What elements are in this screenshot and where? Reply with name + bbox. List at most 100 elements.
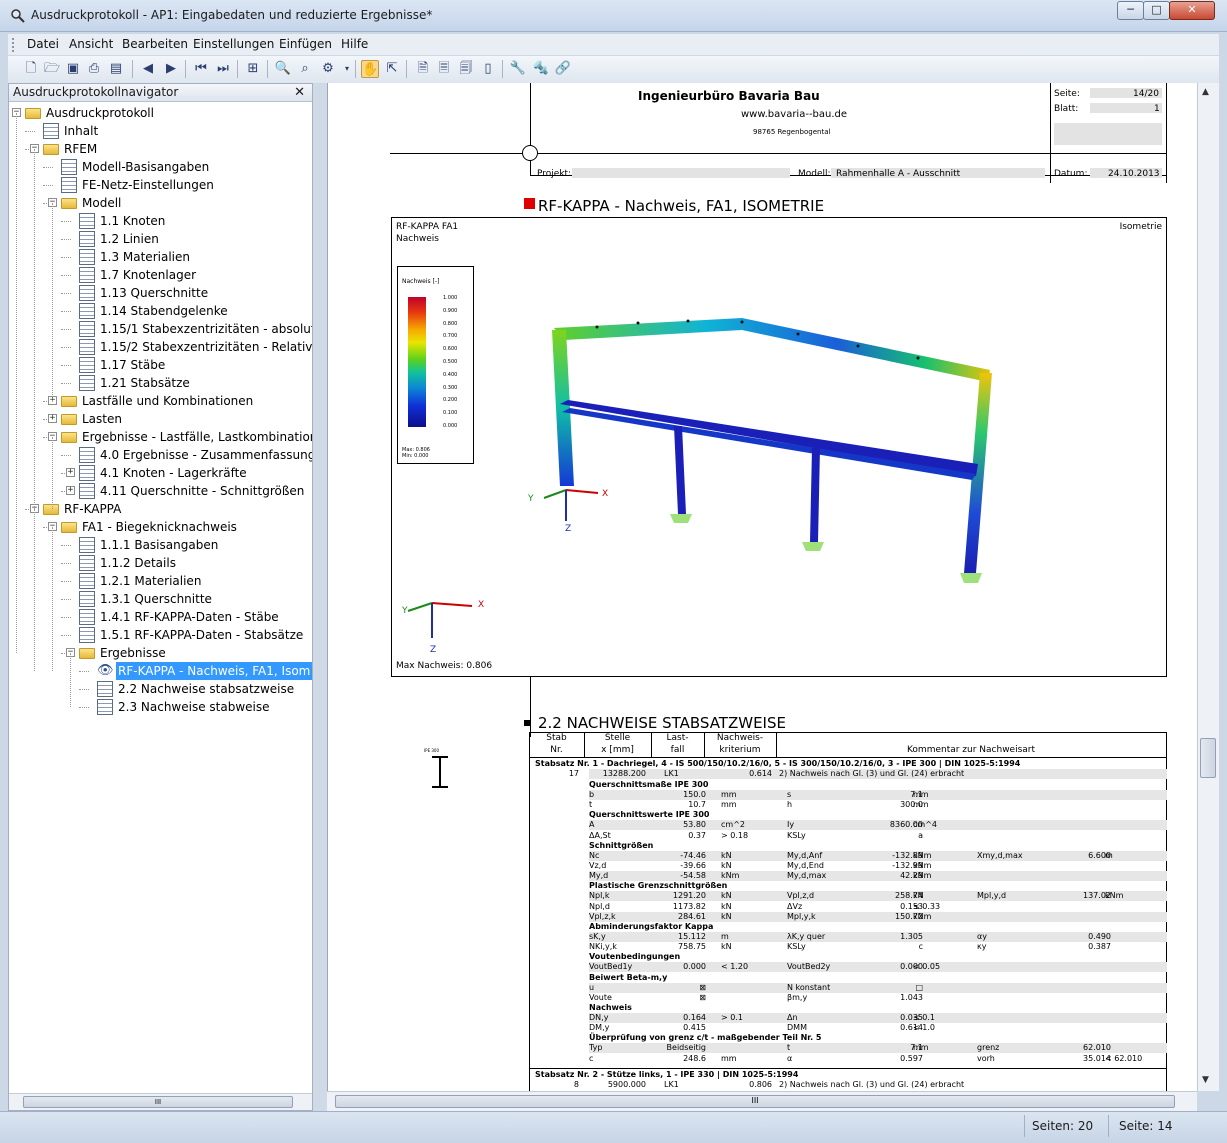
previous-page-icon[interactable]: ◀ xyxy=(139,60,157,78)
header-stab: Stab xyxy=(546,733,567,743)
grip-handle[interactable] xyxy=(12,38,15,52)
menu-bearbeiten[interactable]: Bearbeiten xyxy=(122,37,188,51)
table-cell: < 0.05 xyxy=(913,962,941,972)
tree-node[interactable]: 1.3 Materialien xyxy=(9,248,312,266)
table-cell: VoutBed2y xyxy=(787,962,831,972)
select-tool-icon[interactable]: ⇱ xyxy=(383,60,401,78)
expand-icon[interactable]: + xyxy=(66,486,75,495)
tree-node[interactable]: + Lasten xyxy=(9,410,312,428)
tree-node[interactable]: 1.17 Stäbe xyxy=(9,356,312,374)
tree-node[interactable]: 1.1.1 Basisangaben xyxy=(9,536,312,554)
table-cell: cm^4 xyxy=(913,820,937,830)
company-name: Ingenieurbüro Bavaria Bau xyxy=(638,89,820,103)
tree-node[interactable]: 2.2 Nachweise stabsatzweise xyxy=(9,680,312,698)
table-cell: ≤ 0.33 xyxy=(913,901,941,911)
tree-node[interactable]: +4.11 Querschnitte - Schnittgrößen xyxy=(9,482,312,500)
open-icon[interactable]: 🗁 xyxy=(43,60,61,78)
tree-node[interactable]: + Lastfälle und Kombinationen xyxy=(9,392,312,410)
scrollbar-thumb[interactable]: III xyxy=(23,1096,293,1108)
scroll-down-icon[interactable]: ▼ xyxy=(1202,1075,1209,1085)
tree-node[interactable]: − Ergebnisse xyxy=(9,644,312,662)
export-pdf-icon[interactable]: 🔗 xyxy=(554,60,572,78)
tree-node[interactable]: 1.13 Querschnitte xyxy=(9,284,312,302)
maximize-button[interactable]: □ xyxy=(1143,1,1170,20)
tree-node[interactable]: 1.4.1 RF-KAPPA-Daten - Stäbe xyxy=(9,608,312,626)
table-cell: KSLy xyxy=(787,942,806,952)
tree-node[interactable]: FE-Netz-Einstellungen xyxy=(9,176,312,194)
menu-ansicht[interactable]: Ansicht xyxy=(69,37,113,51)
document-horizontal-scrollbar[interactable]: III xyxy=(327,1091,1197,1111)
folder-icon xyxy=(61,414,77,425)
blank-sheet-icon[interactable]: ▯ xyxy=(479,60,497,78)
table-row-cell: 2) Nachweis nach Gl. (3) und Gl. (24) er… xyxy=(779,769,965,778)
tree-node[interactable]: − RF-KAPPA xyxy=(9,500,312,518)
tree-node[interactable]: − Modell xyxy=(9,194,312,212)
expand-icon[interactable]: + xyxy=(66,468,75,477)
tree-node[interactable]: 4.0 Ergebnisse - Zusammenfassung xyxy=(9,446,312,464)
export-rtf-icon[interactable]: 🔩 xyxy=(532,60,550,78)
menu-hilfe[interactable]: Hilfe xyxy=(341,37,368,51)
tree-node[interactable]: 1.1 Knoten xyxy=(9,212,312,230)
tree-node[interactable]: 1.5.1 RF-KAPPA-Daten - Stabsätze xyxy=(9,626,312,644)
scroll-up-icon[interactable]: ▲ xyxy=(1202,87,1209,97)
zoom-icon[interactable]: 🔍 xyxy=(274,60,292,78)
tree-node[interactable]: − FA1 - Biegeknicknachweis xyxy=(9,518,312,536)
last-page-icon[interactable]: ⏭ xyxy=(214,60,232,78)
tree-node[interactable]: 1.7 Knotenlager xyxy=(9,266,312,284)
print-icon[interactable]: ▤ xyxy=(107,60,125,78)
vertical-scroll-thumb[interactable] xyxy=(1200,738,1216,778)
tree-node[interactable]: 1.1.2 Details xyxy=(9,554,312,572)
tree-node[interactable]: 1.15/2 Stabexzentrizitäten - Relativ xyxy=(9,338,312,356)
navigator-horizontal-scrollbar[interactable]: III xyxy=(9,1093,312,1110)
new-report-icon[interactable]: 🗋 xyxy=(22,60,40,78)
menu-einstellungen[interactable]: Einstellungen xyxy=(193,37,274,51)
tree-node[interactable]: 1.2 Linien xyxy=(9,230,312,248)
tree-node[interactable]: Modell-Basisangaben xyxy=(9,158,312,176)
tree-node[interactable]: 1.21 Stabsätze xyxy=(9,374,312,392)
document-preview[interactable]: Ingenieurbüro Bavaria Bau www.bavaria--b… xyxy=(327,83,1197,1091)
tree-node[interactable]: 1.15/1 Stabexzentrizitäten - absolut xyxy=(9,320,312,338)
table-icon xyxy=(79,465,95,481)
header-icon[interactable]: 🗎 xyxy=(414,60,432,78)
menu-datei[interactable]: Datei xyxy=(27,37,59,51)
tree-node[interactable]: 1.3.1 Querschnitte xyxy=(9,590,312,608)
close-icon[interactable]: ✕ xyxy=(294,84,305,101)
section2-title: 2.2 NACHWEISE STABSATZWEISE xyxy=(538,714,786,732)
horizontal-scroll-thumb[interactable]: III xyxy=(335,1095,1175,1108)
window-title: Ausdruckprotokoll - AP1: Eingabedaten un… xyxy=(31,8,433,22)
tree-node[interactable]: +4.1 Knoten - Lagerkräfte xyxy=(9,464,312,482)
export-icon[interactable]: 🔧 xyxy=(509,60,527,78)
settings-dropdown-icon[interactable]: ⚙ xyxy=(319,60,337,78)
menu-einfuegen[interactable]: Einfügen xyxy=(279,37,332,51)
tree-node[interactable]: − Ausdruckprotokoll xyxy=(9,104,312,122)
page-view-icon[interactable]: ⊞ xyxy=(244,60,262,78)
print-preview-icon[interactable]: ⎙ xyxy=(85,60,103,78)
chevron-down-icon[interactable]: ▾ xyxy=(338,60,356,78)
expand-icon[interactable]: + xyxy=(48,414,57,423)
minimize-button[interactable]: ─ xyxy=(1117,1,1144,20)
table-cell: 0.000 xyxy=(683,962,706,972)
tree-node[interactable]: 👁 RF-KAPPA - Nachweis, FA1, Isom xyxy=(9,662,312,680)
table-cell: kN xyxy=(913,891,924,901)
tree-node[interactable]: − Ergebnisse - Lastfälle, Lastkombination… xyxy=(9,428,312,446)
tree-node[interactable]: 1.2.1 Materialien xyxy=(9,572,312,590)
close-window-button[interactable]: ✕ xyxy=(1169,1,1215,20)
document-vertical-scrollbar[interactable]: ▲ ▼ xyxy=(1197,83,1219,1091)
tree-node[interactable]: 2.3 Nachweise stabweise xyxy=(9,698,312,716)
save-icon[interactable]: ▣ xyxy=(64,60,82,78)
tree-node[interactable]: 1.14 Stabendgelenke xyxy=(9,302,312,320)
first-page-icon[interactable]: ⏮ xyxy=(192,60,210,78)
table-row-cell: 0.806 xyxy=(749,1079,772,1089)
next-page-icon[interactable]: ▶ xyxy=(162,60,180,78)
sheet-icon[interactable]: 🗏 xyxy=(435,60,453,78)
panel-splitter[interactable] xyxy=(313,83,327,1111)
hand-tool-icon[interactable]: ✋ xyxy=(361,60,379,78)
table-cell: Beidseitig xyxy=(666,1043,706,1053)
tree-node[interactable]: − RFEM xyxy=(9,140,312,158)
sheet-yellow-icon[interactable]: 🗐 xyxy=(457,60,475,78)
zoom-window-icon[interactable]: ⌕ xyxy=(296,60,314,78)
table-cell: □ xyxy=(915,982,923,992)
table-icon xyxy=(79,249,95,265)
table-cell: mm xyxy=(721,1053,737,1063)
tree-node[interactable]: Inhalt xyxy=(9,122,312,140)
